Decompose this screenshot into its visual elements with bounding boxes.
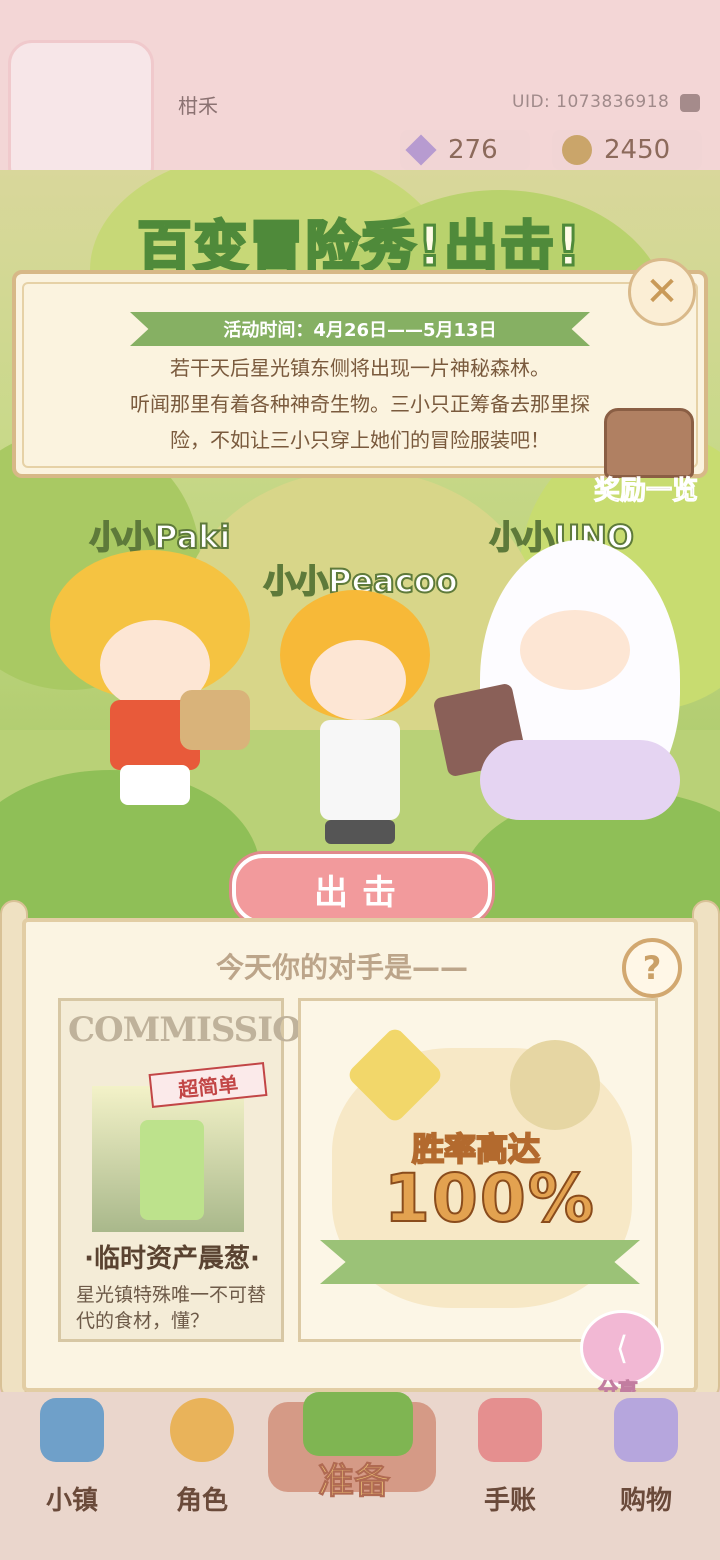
- prepare-icon: [303, 1392, 413, 1456]
- opponent-description: 星光镇特殊唯一不可替代的食材，懂？: [76, 1284, 267, 1332]
- character-peacoo[interactable]: [270, 580, 440, 850]
- nav-label: 购物: [619, 1486, 672, 1516]
- close-button[interactable]: ✕: [628, 258, 696, 326]
- share-icon: ⟨: [615, 1329, 629, 1367]
- character-icon: [170, 1398, 234, 1462]
- copy-icon[interactable]: [680, 94, 700, 112]
- player-avatar[interactable]: [8, 40, 154, 191]
- flower-icon: [510, 1040, 600, 1130]
- opponent-name: ·临时资产晨葱·: [84, 1244, 260, 1274]
- gem-counter[interactable]: 276: [400, 130, 530, 170]
- nav-item-shop[interactable]: 购物: [586, 1392, 706, 1560]
- coin-amount: 2450: [604, 135, 671, 165]
- reward-list-button[interactable]: 奖励一览: [593, 470, 698, 507]
- opponent-section-title: 今天你的对手是——: [216, 951, 469, 984]
- sortie-button[interactable]: 出击: [232, 854, 492, 924]
- close-icon: ✕: [645, 269, 679, 315]
- event-description: 若干天后星光镇东侧将出现一片神秘森林。 听闻那里有着各种神奇生物。三小只正筹备去…: [60, 350, 660, 458]
- journal-icon: [478, 1398, 542, 1462]
- nav-label: 角色: [175, 1486, 228, 1516]
- nav-label: 小镇: [45, 1486, 98, 1516]
- commission-header: COMMISSION: [68, 1010, 332, 1050]
- nav-active-label: 准备: [317, 1461, 391, 1503]
- username: 柑禾: [178, 94, 218, 118]
- character-uno[interactable]: [432, 540, 690, 830]
- nav-item-character[interactable]: 角色: [142, 1392, 262, 1560]
- nav-label: 手账: [483, 1486, 536, 1516]
- event-description-line: 听闻那里有着各种神奇生物。三小只正筹备去那里探: [130, 392, 590, 416]
- map-icon: [40, 1398, 104, 1462]
- badge-ribbon: [320, 1240, 640, 1284]
- gem-amount: 276: [448, 135, 498, 165]
- character-paki[interactable]: [40, 540, 260, 820]
- treasure-chest-icon[interactable]: [604, 408, 694, 478]
- help-button[interactable]: ?: [622, 938, 682, 998]
- event-time-ribbon: 活动时间：4月26日——5月13日: [130, 312, 590, 346]
- gem-icon: [405, 134, 437, 166]
- coin-icon: [562, 135, 592, 165]
- shopping-bag-icon: [614, 1398, 678, 1462]
- nav-item-journal[interactable]: 手账: [450, 1392, 570, 1560]
- event-description-line: 若干天后星光镇东侧将出现一片神秘森林。: [170, 356, 550, 380]
- event-description-line: 险，不如让三小只穿上她们的冒险服装吧！: [170, 428, 550, 452]
- coin-counter[interactable]: 2450: [552, 130, 702, 170]
- uid-label: UID: 1073836918: [512, 92, 670, 112]
- leek-character-icon: [140, 1120, 204, 1220]
- win-rate-value: 100%: [383, 1159, 596, 1238]
- nav-item-town[interactable]: 小镇: [12, 1392, 132, 1560]
- question-icon: ?: [642, 949, 662, 987]
